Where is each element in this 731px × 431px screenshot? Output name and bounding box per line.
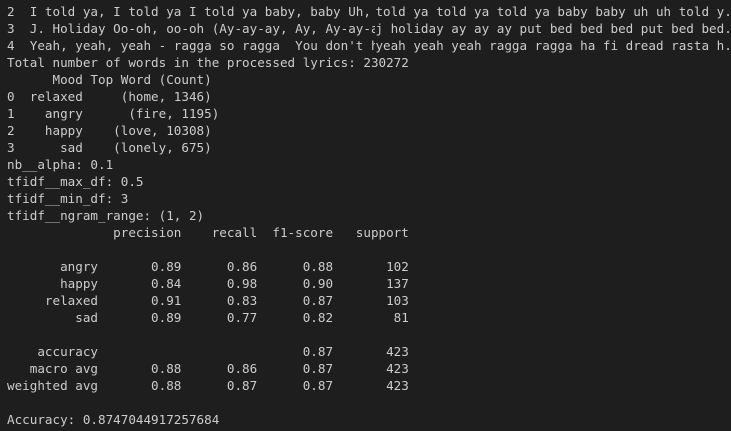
best-param-line: nb__alpha: 0.1 — [7, 157, 114, 172]
report-header: precision recall f1-score support — [7, 225, 409, 240]
lyrics-row: 2 I told ya, I told ya I told ya baby, b… — [7, 3, 731, 20]
report-class-row: happy 0.84 0.98 0.90 137 — [7, 276, 409, 291]
accuracy-line: Accuracy: 0.8747044917257684 — [7, 412, 220, 427]
lyrics-row: 3 J. Holiday Oo-oh, oo-oh (Ay-ay-ay, Ay,… — [7, 20, 731, 37]
total-words-line: Total number of words in the processed l… — [7, 55, 409, 70]
mood-table-row: 0 relaxed (home, 1346) — [7, 89, 212, 104]
report-class-row: angry 0.89 0.86 0.88 102 — [7, 259, 409, 274]
mood-table-row: 2 happy (love, 10308) — [7, 123, 212, 138]
mood-table-row: 3 sad (lonely, 675) — [7, 140, 212, 155]
lyrics-original: 2 I told ya, I told ya I told ya baby, b… — [7, 4, 376, 19]
lyrics-processed: yeah yeah yeah ragga ragga ha fi dread r… — [375, 38, 731, 53]
report-class-row: sad 0.89 0.77 0.82 81 — [7, 310, 409, 325]
terminal-output[interactable]: 2 I told ya, I told ya I told ya baby, b… — [0, 0, 731, 431]
mood-table-row: 1 angry (fire, 1195) — [7, 106, 220, 121]
lyrics-processed: j holiday ay ay ay put bed bed bed put b… — [375, 21, 731, 36]
lyrics-row: 4 Yeah, yeah, yeah - ragga so ragga You … — [7, 37, 731, 54]
lyrics-processed: told ya told ya told ya baby baby uh uh … — [375, 4, 731, 19]
best-param-line: tfidf__ngram_range: (1, 2) — [7, 208, 205, 223]
report-summary-row: accuracy 0.87 423 — [7, 344, 409, 359]
report-class-row: relaxed 0.91 0.83 0.87 103 — [7, 293, 409, 308]
report-summary-row: macro avg 0.88 0.86 0.87 423 — [7, 361, 409, 376]
best-param-line: tfidf__max_df: 0.5 — [7, 174, 144, 189]
report-summary-row: weighted avg 0.88 0.87 0.87 423 — [7, 378, 409, 393]
lyrics-original: 4 Yeah, yeah, yeah - ragga so ragga You … — [7, 38, 376, 53]
mood-table-header: Mood Top Word (Count) — [7, 72, 212, 87]
best-param-line: tfidf__min_df: 3 — [7, 191, 129, 206]
lyrics-original: 3 J. Holiday Oo-oh, oo-oh (Ay-ay-ay, Ay,… — [7, 21, 376, 36]
